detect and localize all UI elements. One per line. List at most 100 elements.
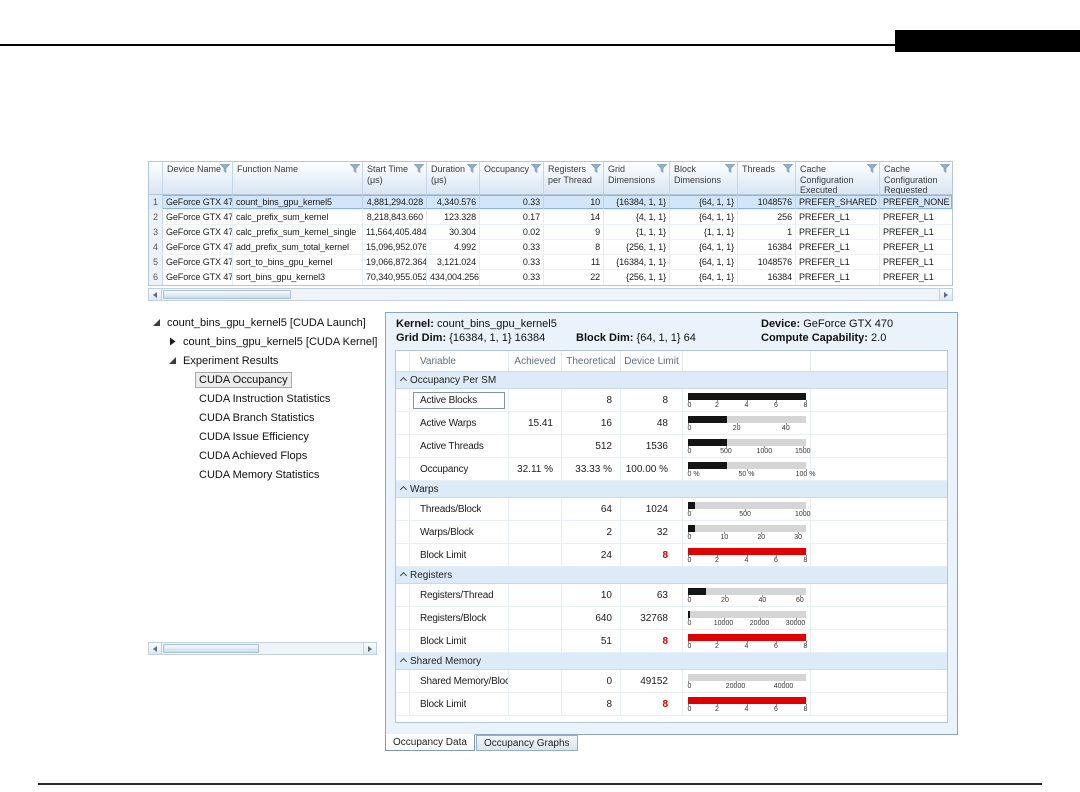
tree-item[interactable]: CUDA Achieved Flops [148, 446, 383, 465]
filter-icon[interactable] [350, 164, 360, 173]
filter-icon[interactable] [940, 164, 950, 173]
cell-rest [811, 412, 947, 434]
cell-variable[interactable]: Active Blocks [410, 389, 509, 411]
tree-item[interactable]: CUDA Instruction Statistics [148, 389, 383, 408]
section-header[interactable]: Registers [396, 567, 947, 584]
column-header-cache_exec[interactable]: Cache Configuration Executed [796, 162, 880, 194]
occupancy-table: VariableAchievedTheoreticalDevice Limit … [395, 350, 948, 723]
cell-variable[interactable]: Occupancy [410, 458, 509, 480]
colhead-device-limit[interactable]: Device Limit [621, 351, 683, 371]
colhead-variable[interactable]: Variable [410, 351, 509, 371]
kernel-row-3[interactable]: 3GeForce GTX 470calc_prefix_sum_kernel_s… [149, 225, 952, 240]
cell-registers: 10 [544, 195, 604, 209]
tree-item[interactable]: count_bins_gpu_kernel5 [CUDA Launch] [148, 313, 383, 332]
column-header-function[interactable]: Function Name [233, 162, 363, 194]
cell-variable[interactable]: Block Limit [410, 544, 509, 566]
colhead-achieved[interactable]: Achieved [509, 351, 562, 371]
occupancy-row[interactable]: Block Limit51802468 [396, 630, 947, 653]
cell-variable[interactable]: Registers/Thread [410, 584, 509, 606]
kernel-row-4[interactable]: 4GeForce GTX 470add_prefix_sum_total_ker… [149, 240, 952, 255]
kernel-row-5[interactable]: 5GeForce GTX 470sort_to_bins_gpu_kernel1… [149, 255, 952, 270]
column-header-start[interactable]: Start Time (μs) [363, 162, 427, 194]
occupancy-row[interactable]: Registers/Block640327680100002000030000 [396, 607, 947, 630]
section-header[interactable]: Warps [396, 481, 947, 498]
cell-variable[interactable]: Threads/Block [410, 498, 509, 520]
cell-variable[interactable]: Active Warps [410, 412, 509, 434]
occupancy-row[interactable]: Block Limit8802468 [396, 693, 947, 716]
occupancy-row[interactable]: Registers/Thread10630204060 [396, 584, 947, 607]
filter-icon[interactable] [591, 164, 601, 173]
cell-device-limit: 32 [621, 521, 683, 543]
scroll-right-button[interactable] [363, 643, 376, 654]
filter-icon[interactable] [725, 164, 735, 173]
cell-rest [811, 607, 947, 629]
column-header-cache_req[interactable]: Cache Configuration Requested [880, 162, 952, 194]
kernel-row-6[interactable]: 6GeForce GTX 470sort_bins_gpu_kernel370,… [149, 270, 952, 285]
scroll-left-button[interactable] [149, 643, 162, 654]
occupancy-row[interactable]: Threads/Block64102405001000 [396, 498, 947, 521]
filter-icon[interactable] [467, 164, 477, 173]
collapse-section-icon[interactable] [396, 484, 410, 495]
tree-collapsed-icon[interactable] [166, 335, 179, 348]
cell-grid: {256, 1, 1} [604, 270, 670, 285]
filter-icon[interactable] [220, 164, 230, 173]
tab-occupancy-graphs[interactable]: Occupancy Graphs [476, 735, 578, 751]
column-header-threads[interactable]: Threads [738, 162, 796, 194]
tree-item[interactable]: CUDA Issue Efficiency [148, 427, 383, 446]
tree-expanded-icon[interactable] [166, 354, 179, 367]
tree-item[interactable]: CUDA Branch Statistics [148, 408, 383, 427]
tick-label: 6 [774, 642, 778, 651]
occupancy-row[interactable]: Shared Memory/Block04915202000040000 [396, 670, 947, 693]
column-header-block[interactable]: Block Dimensions [670, 162, 738, 194]
tick-label: 4 [745, 642, 749, 651]
filter-icon[interactable] [783, 164, 793, 173]
tree-hscrollbar[interactable] [148, 642, 377, 655]
cell-variable[interactable]: Block Limit [410, 630, 509, 652]
tree-expanded-icon[interactable] [150, 316, 163, 329]
scrollbar-track[interactable] [162, 289, 939, 300]
column-header-occupancy[interactable]: Occupancy [480, 162, 544, 194]
occupancy-row[interactable]: Warps/Block2320102030 [396, 521, 947, 544]
kernel-table-hscrollbar[interactable] [148, 288, 953, 301]
kernel-row-1[interactable]: 1GeForce GTX 470count_bins_gpu_kernel54,… [149, 195, 952, 210]
occupancy-row[interactable]: Block Limit24802468 [396, 544, 947, 567]
scrollbar-thumb[interactable] [163, 644, 259, 653]
tree-item-label: Experiment Results [179, 353, 282, 369]
column-header-duration[interactable]: Duration (μs) [427, 162, 480, 194]
tree-item[interactable]: CUDA Occupancy [148, 370, 383, 389]
column-header-device[interactable]: Device Name [163, 162, 233, 194]
occupancy-row[interactable]: Active Blocks8802468 [396, 389, 947, 412]
collapse-section-icon[interactable] [396, 375, 410, 386]
bar-ticks: 02468 [688, 400, 806, 410]
scrollbar-thumb[interactable] [163, 290, 291, 299]
section-header[interactable]: Occupancy Per SM [396, 372, 947, 389]
cell-variable[interactable]: Warps/Block [410, 521, 509, 543]
column-header-registers[interactable]: Registers per Thread [544, 162, 604, 194]
filter-icon[interactable] [657, 164, 667, 173]
tree-item[interactable]: Experiment Results [148, 351, 383, 370]
cell-variable[interactable]: Shared Memory/Block [410, 670, 509, 692]
scrollbar-track[interactable] [162, 643, 363, 654]
filter-icon[interactable] [414, 164, 424, 173]
collapse-section-icon[interactable] [396, 570, 410, 581]
filter-icon[interactable] [531, 164, 541, 173]
cell-device-limit: 8 [621, 544, 683, 566]
collapse-section-icon[interactable] [396, 656, 410, 667]
cell-variable[interactable]: Block Limit [410, 693, 509, 715]
tree-item[interactable]: CUDA Memory Statistics [148, 465, 383, 484]
tab-occupancy-data[interactable]: Occupancy Data [385, 734, 475, 751]
kernel-row-2[interactable]: 2GeForce GTX 470calc_prefix_sum_kernel8,… [149, 210, 952, 225]
occupancy-row[interactable]: Active Warps15.41164802040 [396, 412, 947, 435]
cell-block: {64, 1, 1} [670, 210, 738, 224]
column-header-grid[interactable]: Grid Dimensions [604, 162, 670, 194]
filter-icon[interactable] [867, 164, 877, 173]
occupancy-row[interactable]: Occupancy32.11 %33.33 %100.00 %0 %50 %10… [396, 458, 947, 481]
scroll-left-button[interactable] [149, 289, 162, 300]
tree-item[interactable]: count_bins_gpu_kernel5 [CUDA Kernel] [148, 332, 383, 351]
section-header[interactable]: Shared Memory [396, 653, 947, 670]
colhead-theoretical[interactable]: Theoretical [562, 351, 621, 371]
occupancy-row[interactable]: Active Threads5121536050010001500 [396, 435, 947, 458]
cell-variable[interactable]: Active Threads [410, 435, 509, 457]
scroll-right-button[interactable] [939, 289, 952, 300]
cell-variable[interactable]: Registers/Block [410, 607, 509, 629]
